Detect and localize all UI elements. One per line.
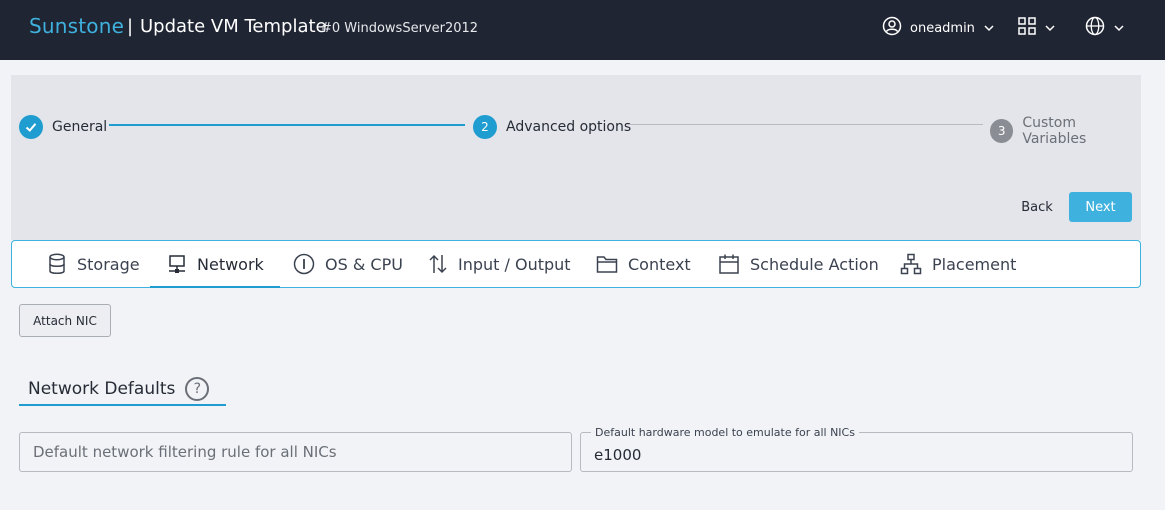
tab-storage[interactable]: Storage <box>47 241 140 287</box>
tab-label: Storage <box>77 254 140 274</box>
tab-label: Network <box>197 254 264 274</box>
chevron-down-icon <box>1113 19 1125 38</box>
chevron-down-icon <box>1044 19 1056 38</box>
step-label: General <box>52 119 108 135</box>
stepper-panel: General 2 Advanced options 3 Custom Vari… <box>11 75 1141 240</box>
step-label: Advanced options <box>506 119 632 135</box>
section-title: Network Defaults <box>28 379 176 399</box>
grid-icon <box>1018 17 1036 39</box>
network-icon <box>167 254 187 274</box>
step-connector <box>109 124 465 126</box>
tab-schedule-action[interactable]: Schedule Action <box>718 241 879 287</box>
back-button[interactable]: Back <box>1010 192 1064 222</box>
database-icon <box>47 253 67 275</box>
language-menu-button[interactable] <box>1085 16 1125 40</box>
info-icon <box>293 253 315 275</box>
network-defaults-heading: Network Defaults ? <box>19 374 226 406</box>
tab-label: Input / Output <box>458 254 571 274</box>
step-number: 2 <box>473 115 497 139</box>
hardware-model-field: Default hardware model to emulate for al… <box>580 426 1133 472</box>
step-general[interactable]: General <box>19 115 107 139</box>
step-label: Custom Variables <box>1022 115 1087 147</box>
check-icon <box>19 115 43 139</box>
tab-context[interactable]: Context <box>596 241 691 287</box>
hierarchy-icon <box>900 253 922 275</box>
calendar-icon <box>718 253 740 275</box>
tab-network[interactable]: Network <box>150 241 280 288</box>
step-custom-variables[interactable]: 3 Custom Variables <box>990 115 1141 147</box>
page-title: Update VM Template <box>140 16 327 37</box>
page-subtitle: #0 WindowsServer2012 <box>321 21 479 36</box>
user-icon <box>882 16 902 40</box>
attach-nic-button[interactable]: Attach NIC <box>19 304 111 337</box>
next-button[interactable]: Next <box>1069 192 1132 222</box>
tab-os-cpu[interactable]: OS & CPU <box>293 241 403 287</box>
tab-bar: Storage Network OS & CPU Input / Output … <box>11 240 1141 288</box>
user-menu-button[interactable]: oneadmin <box>882 16 995 40</box>
filter-rule-input[interactable] <box>20 433 571 471</box>
hardware-model-label: Default hardware model to emulate for al… <box>591 426 859 439</box>
title-separator: | <box>127 16 134 37</box>
tab-label: Context <box>628 254 691 274</box>
arrows-updown-icon <box>428 253 448 275</box>
tab-label: Schedule Action <box>750 254 879 274</box>
step-advanced-options[interactable]: 2 Advanced options <box>473 115 631 139</box>
chevron-down-icon <box>983 19 995 38</box>
step-connector <box>628 124 983 125</box>
tab-placement[interactable]: Placement <box>900 241 1016 287</box>
globe-icon <box>1085 16 1105 40</box>
tab-label: OS & CPU <box>325 254 403 274</box>
brand-logo[interactable]: Sunstone <box>29 14 124 38</box>
top-bar: Sunstone | Update VM Template #0 Windows… <box>0 0 1165 60</box>
apps-menu-button[interactable] <box>1018 17 1056 39</box>
help-icon[interactable]: ? <box>185 377 210 401</box>
user-name: oneadmin <box>910 20 975 36</box>
filter-rule-field <box>19 432 572 472</box>
step-number: 3 <box>990 119 1014 143</box>
tab-input-output[interactable]: Input / Output <box>428 241 571 287</box>
tab-label: Placement <box>932 254 1017 274</box>
folder-icon <box>596 254 618 274</box>
